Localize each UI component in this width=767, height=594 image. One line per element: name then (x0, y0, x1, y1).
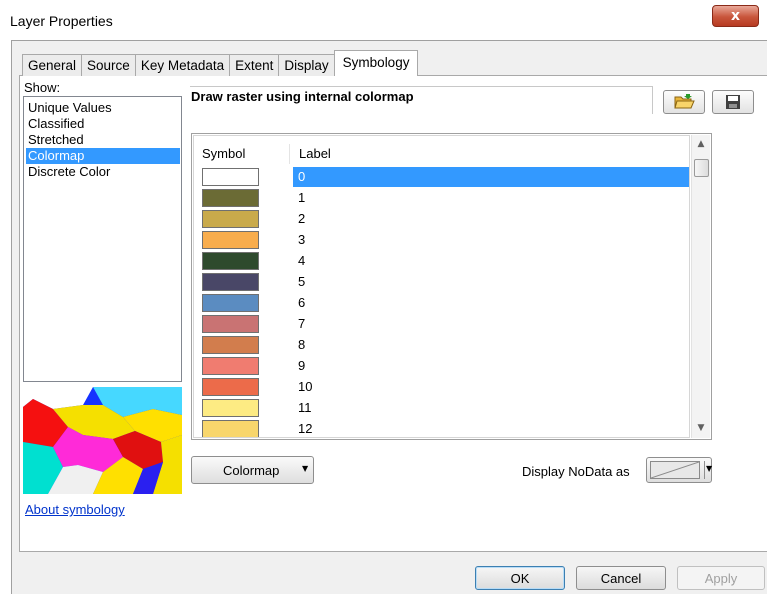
symbol-swatch[interactable] (202, 294, 259, 312)
heading-divider (190, 86, 652, 87)
save-layer-file-button[interactable] (712, 90, 754, 114)
about-symbology-link[interactable]: About symbology (25, 502, 125, 517)
colormap-table[interactable]: Symbol Label 0 1 2 3 4 5 6 7 8 9 10 11 12 (193, 135, 690, 438)
table-row[interactable]: 10 (194, 376, 689, 397)
nodata-color-swatch (650, 461, 700, 479)
picker-separator (704, 461, 705, 479)
table-row[interactable]: 5 (194, 271, 689, 292)
chevron-down-icon: ▼ (706, 464, 713, 473)
tab-symbology[interactable]: Symbology (333, 50, 419, 76)
chevron-down-icon: ▼ (302, 464, 309, 473)
column-header-symbol[interactable]: Symbol (202, 146, 245, 161)
renderer-discrete-color[interactable]: Discrete Color (26, 164, 181, 180)
row-label[interactable]: 4 (293, 251, 689, 271)
table-row[interactable]: 12 (194, 418, 689, 437)
apply-button[interactable]: Apply (677, 566, 765, 590)
table-row[interactable]: 7 (194, 313, 689, 334)
renderer-stretched[interactable]: Stretched (26, 132, 181, 148)
window-title: Layer Properties (10, 13, 113, 29)
row-label[interactable]: 11 (293, 398, 689, 418)
nodata-label: Display NoData as (522, 464, 630, 479)
symbol-swatch[interactable] (202, 168, 259, 186)
row-label[interactable]: 1 (293, 188, 689, 208)
folder-open-icon (674, 94, 695, 109)
cancel-button[interactable]: Cancel (576, 566, 666, 590)
table-row[interactable]: 11 (194, 397, 689, 418)
renderer-colormap[interactable]: Colormap (26, 148, 180, 164)
row-label[interactable]: 2 (293, 209, 689, 229)
renderer-list[interactable]: Unique Values Classified Stretched Color… (23, 96, 182, 382)
tab-key-metadata[interactable]: Key Metadata (134, 54, 231, 76)
symbol-swatch[interactable] (202, 420, 259, 437)
row-label[interactable]: 5 (293, 272, 689, 292)
nodata-color-picker[interactable]: ▼ (646, 457, 712, 483)
scroll-thumb[interactable] (694, 159, 709, 177)
table-row[interactable]: 3 (194, 229, 689, 250)
symbol-swatch[interactable] (202, 273, 259, 291)
colormap-menu-button[interactable]: Colormap ▼ (191, 456, 314, 484)
table-row[interactable]: 2 (194, 208, 689, 229)
no-color-icon (650, 461, 700, 479)
symbol-swatch[interactable] (202, 210, 259, 228)
symbol-swatch[interactable] (202, 189, 259, 207)
close-icon: x (730, 8, 741, 24)
tab-source[interactable]: Source (81, 54, 136, 76)
tab-strip: General Source Key Metadata Extent Displ… (22, 50, 419, 76)
table-row[interactable]: 1 (194, 187, 689, 208)
scroll-down-icon[interactable]: ▼ (692, 419, 710, 437)
renderer-unique-values[interactable]: Unique Values (26, 100, 181, 116)
renderer-preview-image (23, 387, 182, 494)
symbol-swatch[interactable] (202, 315, 259, 333)
ok-button[interactable]: OK (475, 566, 565, 590)
title-bar: Layer Properties x (0, 0, 767, 40)
table-scrollbar[interactable]: ▲ ▼ (691, 135, 710, 438)
row-label[interactable]: 10 (293, 377, 689, 397)
row-label[interactable]: 8 (293, 335, 689, 355)
row-label[interactable]: 0 (293, 167, 689, 187)
table-row[interactable]: 4 (194, 250, 689, 271)
table-row[interactable]: 6 (194, 292, 689, 313)
close-button[interactable]: x (712, 5, 759, 27)
scroll-up-icon[interactable]: ▲ (692, 135, 710, 153)
row-label[interactable]: 6 (293, 293, 689, 313)
column-separator (289, 144, 290, 164)
tab-extent[interactable]: Extent (229, 54, 280, 76)
symbol-swatch[interactable] (202, 336, 259, 354)
row-label[interactable]: 7 (293, 314, 689, 334)
symbol-swatch[interactable] (202, 231, 259, 249)
open-layer-file-button[interactable] (663, 90, 705, 114)
tab-general[interactable]: General (22, 54, 83, 76)
table-row[interactable]: 9 (194, 355, 689, 376)
heading-divider-vertical (652, 86, 653, 114)
row-label[interactable]: 12 (293, 419, 689, 437)
save-disk-icon (726, 95, 740, 109)
tab-display[interactable]: Display (278, 54, 335, 76)
preview-map-graphic (23, 387, 182, 494)
table-row[interactable]: 8 (194, 334, 689, 355)
symbol-swatch[interactable] (202, 378, 259, 396)
renderer-classified[interactable]: Classified (26, 116, 181, 132)
renderer-heading: Draw raster using internal colormap (191, 89, 414, 104)
table-row[interactable]: 0 (194, 166, 689, 187)
symbol-swatch[interactable] (202, 357, 259, 375)
colormap-menu-label: Colormap (223, 463, 280, 478)
symbol-swatch[interactable] (202, 399, 259, 417)
row-label[interactable]: 3 (293, 230, 689, 250)
column-header-label[interactable]: Label (299, 146, 331, 161)
row-label[interactable]: 9 (293, 356, 689, 376)
symbol-swatch[interactable] (202, 252, 259, 270)
show-label: Show: (24, 80, 61, 95)
